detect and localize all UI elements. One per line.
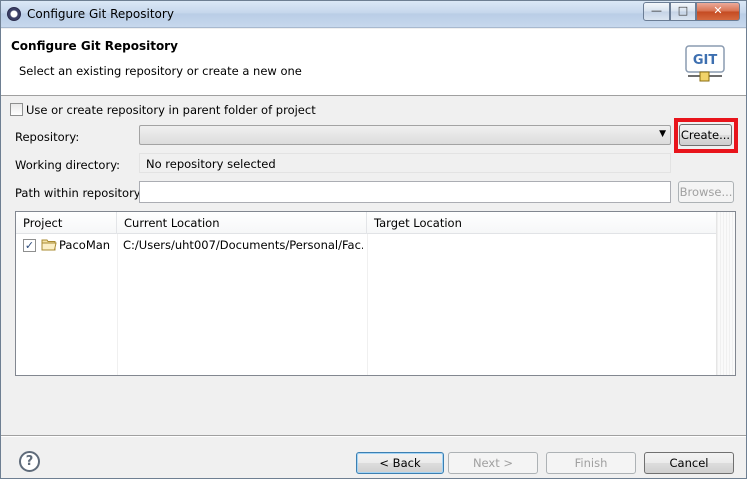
cancel-button[interactable]: Cancel (644, 452, 734, 474)
create-button-highlight (674, 118, 738, 153)
wizard-header: Configure Git Repository Select an exist… (1, 29, 746, 96)
repository-select[interactable]: ▼ (139, 125, 671, 145)
configure-git-dialog: Configure Git Repository — □ ✕ Configure… (0, 0, 747, 479)
browse-button[interactable]: Browse... (678, 181, 734, 203)
finish-button[interactable]: Finish (546, 452, 636, 474)
wizard-subtitle: Select an existing repository or create … (19, 64, 302, 78)
footer-separator-highlight (1, 436, 746, 437)
column-divider (367, 234, 368, 375)
wizard-title: Configure Git Repository (11, 39, 178, 53)
parent-folder-checkbox[interactable] (10, 103, 23, 116)
next-button[interactable]: Next > (448, 452, 538, 474)
eclipse-app-icon (7, 7, 21, 21)
column-header-current-location[interactable]: Current Location (117, 212, 367, 234)
path-within-repository-input[interactable] (139, 181, 671, 203)
dropdown-arrow-icon[interactable]: ▼ (659, 129, 666, 139)
column-header-target-location[interactable]: Target Location (367, 212, 717, 234)
git-logo-icon: GIT (685, 45, 725, 82)
working-directory-value: No repository selected (139, 153, 671, 173)
project-row-checkbox[interactable]: ✓ (23, 239, 36, 252)
folder-icon (41, 239, 57, 251)
path-within-repository-label: Path within repository: (15, 186, 144, 200)
column-divider (117, 234, 118, 375)
close-button[interactable]: ✕ (696, 2, 740, 21)
svg-text:GIT: GIT (693, 53, 718, 68)
table-header: Project Current Location Target Location (16, 212, 735, 234)
title-bar[interactable]: Configure Git Repository — □ ✕ (1, 1, 746, 28)
projects-table: Project Current Location Target Location… (15, 211, 736, 376)
back-button[interactable]: < Back (356, 452, 444, 474)
window-title: Configure Git Repository (27, 7, 174, 21)
project-name-cell: PacoMan (59, 238, 111, 252)
minimize-button[interactable]: — (643, 2, 670, 21)
repository-label: Repository: (15, 130, 80, 144)
current-location-cell: C:/Users/uht007/Documents/Personal/Fac..… (123, 238, 363, 252)
parent-folder-checkbox-label[interactable]: Use or create repository in parent folde… (26, 103, 316, 117)
maximize-button[interactable]: □ (670, 2, 696, 21)
table-scrollbar[interactable] (716, 212, 735, 375)
column-header-project[interactable]: Project (16, 212, 117, 234)
help-icon[interactable]: ? (19, 451, 40, 472)
working-directory-label: Working directory: (15, 158, 121, 172)
